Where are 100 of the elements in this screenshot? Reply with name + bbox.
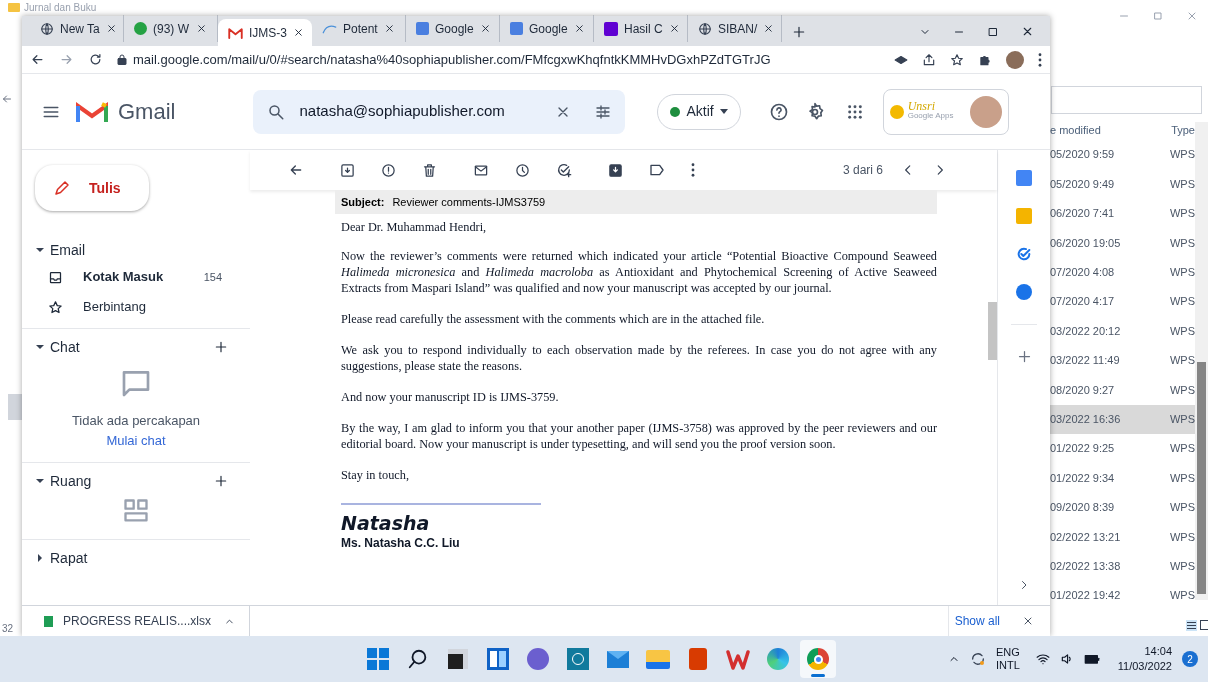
gmail-logo-icon[interactable]: [76, 99, 108, 124]
file-row[interactable]: 01/2022 9:34 WPS: [1050, 463, 1195, 493]
chrome-icon[interactable]: [807, 648, 829, 670]
close-icon[interactable]: [196, 23, 207, 34]
search-field[interactable]: natasha@sophiapublisher.com: [253, 89, 626, 134]
file-row[interactable]: 09/2020 8:39 WPS: [1050, 492, 1195, 523]
browser-tab[interactable]: (93) W: [124, 15, 218, 42]
file-row[interactable]: 03/2022 20:12 WPS: [1050, 316, 1195, 346]
folder-icon[interactable]: [646, 649, 670, 669]
close-icon[interactable]: [573, 23, 585, 34]
close-icon[interactable]: [384, 23, 395, 34]
move-to-icon[interactable]: [608, 162, 623, 178]
search-icon[interactable]: [407, 648, 429, 670]
start-chat-link[interactable]: Mulai chat: [106, 430, 166, 450]
details-view-icon[interactable]: [1186, 620, 1197, 631]
close-icon[interactable]: [1022, 615, 1034, 627]
report-spam-icon[interactable]: [381, 162, 396, 178]
add-task-icon[interactable]: [556, 162, 572, 178]
caret-icon[interactable]: [36, 554, 44, 562]
add-icon[interactable]: [214, 474, 228, 488]
more-icon[interactable]: [691, 163, 695, 177]
share-icon[interactable]: [922, 52, 936, 67]
battery-icon[interactable]: [1083, 652, 1100, 666]
file-row[interactable]: 06/2020 19:05 WPS: [1050, 228, 1195, 258]
label-icon[interactable]: [649, 163, 665, 177]
more-icon[interactable]: [1038, 52, 1042, 67]
new-tab-icon[interactable]: [792, 25, 806, 39]
file-row[interactable]: 08/2020 9:27 WPS: [1050, 375, 1195, 405]
help-icon[interactable]: [768, 101, 789, 122]
browser-tab[interactable]: Google: [500, 15, 594, 42]
language-indicator[interactable]: ENG INTL: [995, 646, 1020, 672]
file-row[interactable]: 05/2020 9:49 WPS: [1050, 169, 1195, 199]
wifi-icon[interactable]: [1035, 652, 1050, 666]
tiles-view-icon[interactable]: [1200, 620, 1208, 630]
search-field[interactable]: [1051, 86, 1202, 114]
app-tile-icon[interactable]: [567, 648, 589, 670]
browser-tab[interactable]: Potent: [312, 15, 406, 42]
gmail-logo-text[interactable]: Gmail: [118, 95, 176, 128]
filter-icon[interactable]: [595, 103, 612, 120]
browser-tab[interactable]: SIBAN/: [688, 15, 782, 42]
file-row[interactable]: 06/2020 7:41 WPS: [1050, 198, 1195, 229]
caret-icon[interactable]: [36, 246, 44, 254]
folder-item[interactable]: Berbintang: [22, 292, 250, 322]
scrollbar-track[interactable]: [1195, 122, 1208, 600]
caret-icon[interactable]: [36, 477, 44, 485]
search-icon[interactable]: [267, 102, 286, 121]
star-icon[interactable]: [950, 52, 964, 67]
add-icon[interactable]: [1016, 349, 1032, 364]
section-header[interactable]: Email: [50, 239, 228, 261]
notification-badge[interactable]: 2: [1182, 651, 1198, 667]
url-field[interactable]: mail.google.com/mail/u/0/#search/natasha%40sophiapublisher.com/FMfcgxwKhqfntkKMMHvDGxhPZdTGTrJG: [133, 49, 771, 70]
forward-icon[interactable]: [59, 52, 74, 67]
section-header[interactable]: Ruang: [50, 470, 214, 492]
document-w-icon[interactable]: [726, 648, 750, 670]
file-row[interactable]: 07/2020 4:08 WPS: [1050, 257, 1195, 287]
file-row[interactable]: 03/2022 11:49 WPS: [1050, 345, 1195, 376]
avatar[interactable]: [1006, 50, 1024, 69]
file-row[interactable]: 02/2022 13:38 WPS: [1050, 551, 1195, 581]
file-row[interactable]: 05/2020 9:59 WPS: [1050, 140, 1195, 170]
file-row[interactable]: 01/2022 9:25 WPS: [1050, 433, 1195, 464]
scrollbar-thumb[interactable]: [988, 302, 997, 360]
folder-item[interactable]: Kotak Masuk 154: [22, 262, 250, 292]
delete-icon[interactable]: [422, 162, 437, 178]
file-row[interactable]: 02/2022 13:21 WPS: [1050, 522, 1195, 552]
scrollbar-thumb[interactable]: [8, 394, 22, 420]
caret-icon[interactable]: [36, 343, 44, 351]
task-view-icon[interactable]: [448, 649, 468, 669]
back-icon[interactable]: [288, 162, 304, 178]
column-header[interactable]: e modified: [1050, 121, 1101, 139]
close-icon[interactable]: [763, 23, 775, 34]
maximize-icon[interactable]: [987, 25, 999, 38]
start-icon[interactable]: [367, 648, 389, 670]
browser-icon[interactable]: [767, 648, 789, 670]
section-header[interactable]: Rapat: [50, 547, 228, 569]
browser-tab[interactable]: Hasil C: [594, 15, 688, 42]
speaker-icon[interactable]: [1059, 652, 1074, 666]
browser-tab[interactable]: IJMS-3: [218, 19, 312, 46]
browser-tab[interactable]: New Ta: [30, 15, 124, 42]
clock-icon[interactable]: [515, 162, 530, 178]
file-row[interactable]: 03/2022 16:36 WPS: [1050, 404, 1195, 434]
back-icon[interactable]: [30, 52, 45, 67]
reload-icon[interactable]: [88, 52, 103, 67]
envelope-icon[interactable]: [473, 162, 489, 178]
file-row[interactable]: 01/2022 19:42 WPS: [1050, 580, 1195, 611]
scrollbar-thumb[interactable]: [1197, 362, 1206, 594]
file-row[interactable]: 07/2020 4:17 WPS: [1050, 286, 1195, 317]
close-icon[interactable]: [479, 23, 491, 34]
compose-button[interactable]: Tulis: [35, 165, 149, 211]
close-icon[interactable]: [1021, 25, 1034, 38]
mail-icon[interactable]: [606, 649, 630, 669]
back-arrow-icon[interactable]: [1, 93, 13, 105]
widgets-icon[interactable]: [487, 648, 509, 670]
add-icon[interactable]: [214, 340, 228, 354]
clock[interactable]: 14:04 11/03/2022: [1117, 644, 1172, 674]
tasks-icon[interactable]: [1016, 246, 1032, 262]
sync-icon[interactable]: [969, 651, 986, 667]
apps-grid-icon[interactable]: [846, 103, 863, 120]
close-icon[interactable]: [105, 23, 117, 34]
archive-icon[interactable]: [340, 162, 355, 178]
close-icon[interactable]: [293, 27, 304, 38]
